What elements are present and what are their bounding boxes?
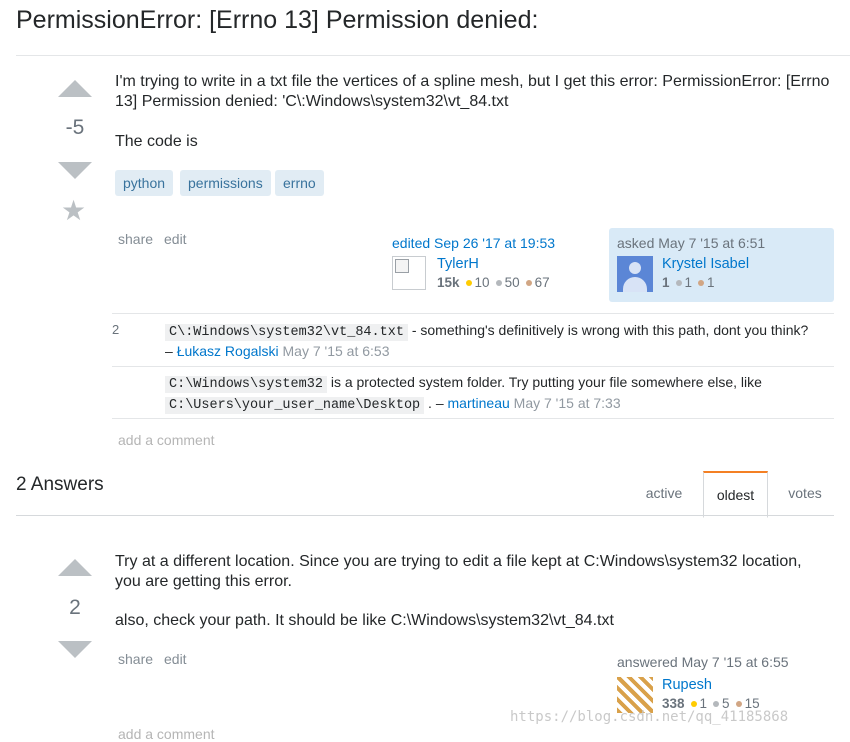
silver-badge-count: 50 [504,275,520,290]
favorite-star-icon[interactable]: ★ [61,197,86,225]
edit-link[interactable]: edit [164,651,187,667]
comment-code: C:\Users\your_user_name\Desktop [165,397,425,414]
watermark: https://blog.csdn.net/qq_41185868 [510,709,789,725]
comment-user-link[interactable]: Łukasz Rogalski [177,343,279,359]
editor-signature: edited Sep 26 '17 at 19:53 TylerH 15k 10 5… [392,235,602,290]
silver-badge-count: 1 [684,275,693,290]
upvote-arrow-icon[interactable] [58,559,92,576]
add-comment-link[interactable]: add a comment [118,432,215,448]
tag-permissions[interactable]: permissions [180,170,271,196]
tab-oldest[interactable]: oldest [703,471,768,518]
bronze-badge-icon [698,279,705,286]
editor-user-link[interactable]: TylerH [437,256,550,272]
bronze-badge-count: 67 [534,275,550,290]
silver-badge-icon [495,279,502,286]
comment-date[interactable]: May 7 '15 at 6:53 [283,343,390,359]
gold-badge-count: 10 [474,275,490,290]
bronze-badge-icon [525,279,532,286]
answerer-avatar[interactable] [617,677,653,713]
comment-dash: . – [424,395,448,411]
tab-active[interactable]: active [630,471,698,515]
comment-divider [112,366,834,367]
answerer-user-link[interactable]: Rupesh [662,677,760,693]
bronze-badge-count: 1 [707,275,715,290]
downvote-arrow-icon[interactable] [58,162,92,179]
share-link[interactable]: share [118,651,153,667]
comment-text: is a protected system folder. Try puttin… [326,374,762,390]
asked-time: asked May 7 '15 at 6:51 [617,235,766,251]
edit-link[interactable]: edit [164,231,187,247]
comment-dash: – [165,343,177,359]
comment: C:\Windows\system32 is a protected syste… [165,373,835,415]
comment-text: - something's definitively is wrong with… [407,322,809,338]
owner-signature: asked May 7 '15 at 6:51 Krystel Isabel 1… [609,228,834,302]
tag-errno[interactable]: errno [275,170,324,196]
owner-user-link[interactable]: Krystel Isabel [662,256,749,272]
answer-vote-count: 2 [69,596,81,619]
answer-paragraph: also, check your path. It should be like… [115,612,614,629]
editor-avatar[interactable] [392,256,426,290]
answers-header-divider [16,515,834,516]
silver-badge-icon [675,279,682,286]
reputation-score: 1 [662,275,670,290]
question-paragraph: The code is [115,133,198,150]
answered-time: answered May 7 '15 at 6:55 [617,654,789,670]
answer-body: Try at a different location. Since you a… [115,552,830,631]
silver-badge-icon [713,700,720,707]
downvote-arrow-icon[interactable] [58,641,92,658]
comment-date[interactable]: May 7 '15 at 7:33 [514,395,621,411]
comment-score: 2 [112,322,120,337]
tag-python[interactable]: python [115,170,174,196]
comment: C\:Windows\system32\vt_84.txt - somethin… [165,321,835,361]
gold-badge-icon [465,279,472,286]
question-body: I'm trying to write in a txt file the ve… [115,72,830,152]
upvote-arrow-icon[interactable] [58,80,92,97]
owner-avatar[interactable] [617,256,653,292]
answers-count-header: 2 Answers [16,474,104,495]
add-comment-link[interactable]: add a comment [118,726,215,742]
comment-divider [112,418,834,419]
editor-reputation: 15k 10 50 67 [437,275,550,290]
edited-time-link[interactable]: edited Sep 26 '17 at 19:53 [392,235,602,251]
answer-paragraph: Try at a different location. Since you a… [115,553,802,590]
comments-divider [112,313,834,314]
question-vote-count: -5 [65,116,85,139]
comment-user-link[interactable]: martineau [448,395,510,411]
answerer-signature: answered May 7 '15 at 6:55 Rupesh 338 1 5 1… [617,654,837,713]
comment-code: C:\Windows\system32 [165,376,327,393]
gold-badge-icon [690,700,697,707]
tab-votes[interactable]: votes [772,471,838,515]
title-divider [16,55,850,56]
question-paragraph: I'm trying to write in a txt file the ve… [115,73,830,110]
page-title: PermissionError: [Errno 13] Permission d… [16,6,539,34]
owner-reputation: 111 [662,275,749,290]
comment-code: C\:Windows\system32\vt_84.txt [165,324,408,341]
reputation-score: 15k [437,275,460,290]
bronze-badge-icon [735,700,742,707]
share-link[interactable]: share [118,231,153,247]
